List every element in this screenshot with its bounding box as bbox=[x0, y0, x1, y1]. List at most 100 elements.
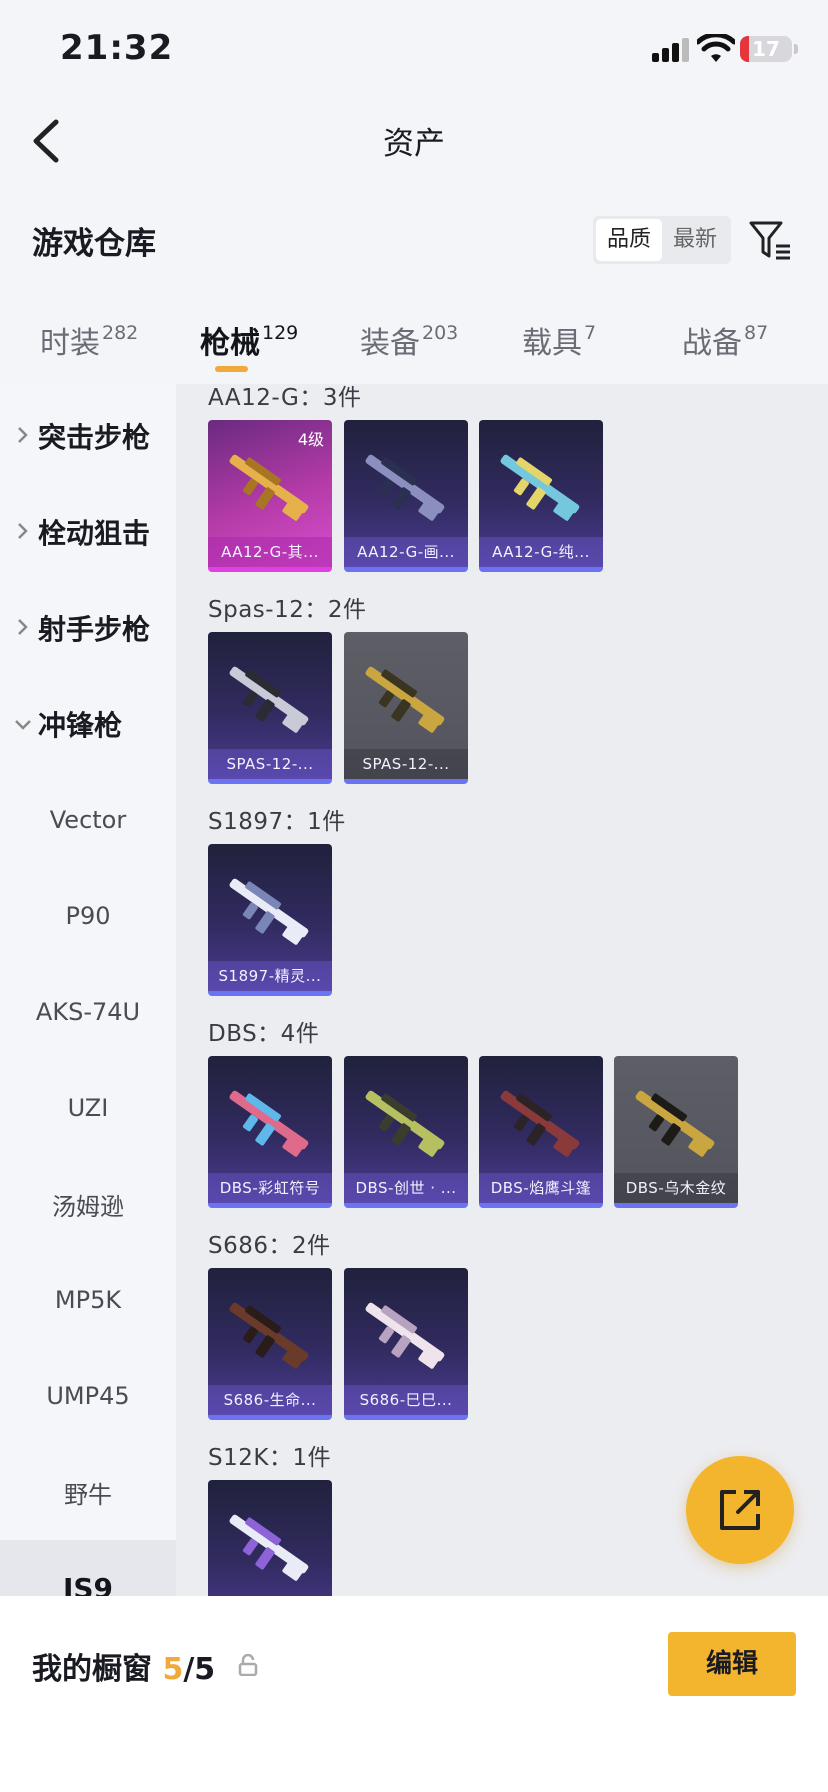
battery-percent: 17 bbox=[752, 37, 780, 61]
battery-tip bbox=[794, 44, 798, 54]
gun-icon bbox=[229, 454, 309, 521]
sidebar-item-bolt-sniper[interactable]: 栓动狙击 bbox=[0, 484, 176, 580]
section-title-dbs: DBS：4件 bbox=[208, 1021, 320, 1047]
item-name: SPAS-12-... bbox=[208, 749, 332, 779]
sidebar-item-marksman-rifle[interactable]: 射手步枪 bbox=[0, 580, 176, 676]
chevron-right-icon bbox=[18, 427, 28, 443]
item-card[interactable]: DBS-乌木金纹 bbox=[614, 1056, 738, 1208]
sidebar-item-label: 射手步枪 bbox=[38, 613, 151, 646]
sidebar-subitem-thompson[interactable]: 汤姆逊 bbox=[0, 1156, 176, 1252]
item-name: AA12-G-其... bbox=[208, 537, 332, 567]
gun-icon bbox=[365, 1302, 445, 1369]
gun-icon bbox=[229, 1514, 309, 1581]
sidebar-subitem-uzi[interactable]: UZI bbox=[0, 1060, 176, 1156]
item-name: DBS-焰鹰斗篷 bbox=[479, 1173, 603, 1203]
sort-newest-button[interactable]: 最新 bbox=[662, 219, 728, 261]
item-card[interactable]: SPAS-12-... bbox=[208, 632, 332, 784]
chevron-right-icon bbox=[18, 619, 28, 635]
tab-vehicles[interactable]: 载具 7 bbox=[522, 318, 596, 362]
sort-toggle: 品质 最新 bbox=[593, 216, 731, 264]
tab-firearms[interactable]: 枪械 129 bbox=[200, 318, 298, 362]
app-screen: 21:32 17 资产 游戏仓库 品质 最新 时装 282 枪械 129 装备 … bbox=[0, 0, 828, 1792]
showcase-bar: 我的橱窗 5/5 编辑 bbox=[0, 1596, 828, 1792]
item-card[interactable]: DBS-彩虹符号 bbox=[208, 1056, 332, 1208]
gun-icon bbox=[500, 454, 580, 521]
share-button[interactable] bbox=[686, 1456, 794, 1564]
page-title: 资产 bbox=[383, 126, 445, 162]
sidebar-item-assault-rifle[interactable]: 突击步枪 bbox=[0, 388, 176, 484]
inventory-grid: AA12-G：3件 Spas-12：2件 S1897：1件 DBS：4件 S68… bbox=[176, 384, 828, 1596]
tab-supplies[interactable]: 战备 87 bbox=[682, 318, 768, 362]
item-card[interactable]: S1897-精灵... bbox=[208, 844, 332, 996]
showcase-total: /5 bbox=[183, 1652, 216, 1687]
item-name: DBS-乌木金纹 bbox=[614, 1173, 738, 1203]
chevron-right-icon bbox=[18, 523, 28, 539]
sidebar-item-smg[interactable]: 冲锋枪 bbox=[0, 676, 176, 772]
gun-icon bbox=[500, 1090, 580, 1157]
chevron-down-icon bbox=[15, 720, 31, 730]
sidebar-item-label: 突击步枪 bbox=[38, 421, 151, 454]
sidebar-item-label: 冲锋枪 bbox=[38, 709, 123, 742]
item-card[interactable]: S686-巳巳... bbox=[344, 1268, 468, 1420]
item-card[interactable]: AA12-G-画... bbox=[344, 420, 468, 572]
filter-icon[interactable] bbox=[748, 218, 792, 262]
repository-title: 游戏仓库 bbox=[32, 226, 156, 262]
item-card[interactable]: SPAS-12-... bbox=[344, 632, 468, 784]
showcase-title: 我的橱窗 5/5 bbox=[32, 1644, 215, 1688]
tab-fashion[interactable]: 时装 282 bbox=[40, 318, 138, 362]
item-card[interactable]: 4级 AA12-G-其... bbox=[208, 420, 332, 572]
tab-label: 装备 bbox=[360, 326, 420, 361]
item-card[interactable]: AA12-G-纯... bbox=[479, 420, 603, 572]
gun-icon bbox=[229, 878, 309, 945]
item-name: DBS-彩虹符号 bbox=[208, 1173, 332, 1203]
item-card[interactable]: S686-生命... bbox=[208, 1268, 332, 1420]
sidebar-subitem-ump45[interactable]: UMP45 bbox=[0, 1348, 176, 1444]
battery-icon: 17 bbox=[740, 36, 792, 62]
item-name: DBS-创世 · ... bbox=[344, 1173, 468, 1203]
lock-icon bbox=[238, 1654, 258, 1676]
sort-quality-button[interactable]: 品质 bbox=[596, 219, 662, 261]
tab-count: 282 bbox=[102, 322, 139, 344]
cellular-signal-icon bbox=[652, 38, 690, 62]
active-tab-indicator bbox=[215, 366, 248, 372]
tab-label: 枪械 bbox=[200, 326, 260, 361]
section-title-spas12: Spas-12：2件 bbox=[208, 597, 367, 623]
sidebar-subitem-p90[interactable]: P90 bbox=[0, 868, 176, 964]
tab-label: 时装 bbox=[40, 326, 100, 361]
showcase-label: 我的橱窗 bbox=[32, 1652, 152, 1687]
tab-count: 129 bbox=[262, 322, 299, 344]
item-name: AA12-G-纯... bbox=[479, 537, 603, 567]
wifi-icon bbox=[697, 34, 735, 62]
tab-label: 载具 bbox=[522, 326, 582, 361]
item-name: AA12-G-画... bbox=[344, 537, 468, 567]
tab-count: 87 bbox=[744, 322, 769, 344]
sidebar-item-label: 栓动狙击 bbox=[38, 517, 151, 550]
section-title-s686: S686：2件 bbox=[208, 1233, 331, 1259]
item-name: SPAS-12-... bbox=[344, 749, 468, 779]
section-title-s12k: S12K：1件 bbox=[208, 1445, 332, 1471]
item-name: S1897-精灵... bbox=[208, 961, 332, 991]
item-card[interactable]: DBS-焰鹰斗篷 bbox=[479, 1056, 603, 1208]
sidebar-subitem-vector[interactable]: Vector bbox=[0, 772, 176, 868]
showcase-count: 5 bbox=[162, 1652, 184, 1687]
sidebar-subitem-mp5k[interactable]: MP5K bbox=[0, 1252, 176, 1348]
sidebar-subitem-bizon[interactable]: 野牛 bbox=[0, 1444, 176, 1540]
tab-label: 战备 bbox=[682, 326, 742, 361]
gun-icon bbox=[365, 454, 445, 521]
tab-count: 203 bbox=[422, 322, 459, 344]
section-title-s1897: S1897：1件 bbox=[208, 809, 346, 835]
tab-count: 7 bbox=[584, 322, 597, 344]
tab-equipment[interactable]: 装备 203 bbox=[360, 318, 458, 362]
sidebar-subitem-aks74u[interactable]: AKS-74U bbox=[0, 964, 176, 1060]
item-card[interactable]: DBS-创世 · ... bbox=[344, 1056, 468, 1208]
share-icon bbox=[720, 1490, 760, 1530]
gun-icon bbox=[229, 1090, 309, 1157]
gun-icon bbox=[365, 1090, 445, 1157]
category-tabs: 时装 282 枪械 129 装备 203 载具 7 战备 87 bbox=[0, 300, 828, 382]
gun-icon bbox=[229, 666, 309, 733]
gun-icon bbox=[229, 1302, 309, 1369]
item-card[interactable] bbox=[208, 1480, 332, 1596]
gun-icon bbox=[365, 666, 445, 733]
edit-button[interactable]: 编辑 bbox=[668, 1632, 796, 1696]
item-level-badge: 4级 bbox=[297, 430, 324, 449]
